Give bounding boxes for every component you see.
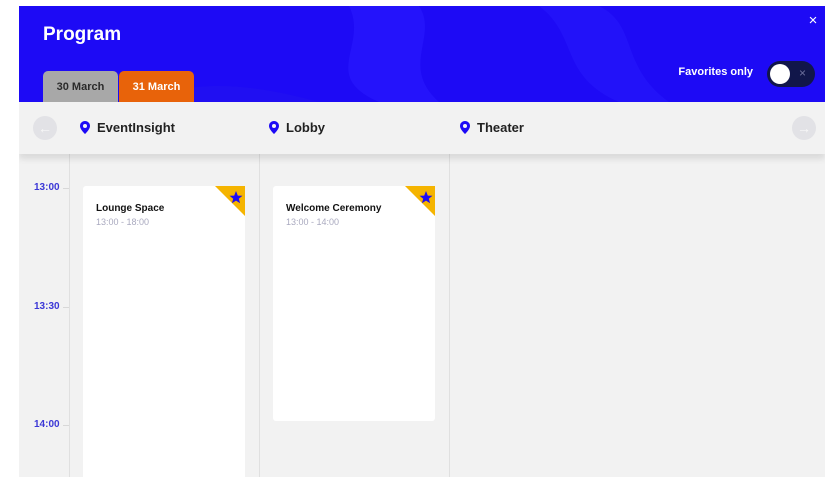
room-name: Theater (477, 120, 524, 135)
room-eventinsight[interactable]: EventInsight (80, 120, 175, 135)
room-name: EventInsight (97, 120, 176, 135)
next-rooms-button[interactable]: → (792, 116, 816, 140)
toggle-knob (770, 64, 790, 84)
favorites-only-label: Favorites only (678, 66, 753, 78)
session-time: 13:00 - 18:00 (96, 217, 150, 227)
schedule-grid: 13:00 13:30 14:00 Lounge Space 13:00 - 1… (19, 154, 825, 477)
favorite-star-icon[interactable] (215, 186, 245, 216)
time-tick (63, 188, 69, 189)
arrow-right-icon: → (797, 120, 811, 136)
program-modal: Program × 30 March 31 March Favorites on… (19, 6, 825, 477)
room-lobby[interactable]: Lobby (269, 120, 325, 135)
time-tick (63, 425, 69, 426)
room-header-bar: ← EventInsight Lobby Theater → (19, 102, 825, 154)
time-label: 14:00 (34, 419, 60, 430)
map-pin-icon (269, 121, 279, 134)
previous-rooms-button[interactable]: ← (33, 116, 57, 140)
column-divider (69, 154, 70, 477)
column-divider (449, 154, 450, 477)
page-title: Program (43, 24, 122, 45)
session-card-lounge-space[interactable]: Lounge Space 13:00 - 18:00 (83, 186, 245, 477)
program-header: Program × 30 March 31 March Favorites on… (19, 6, 825, 102)
map-pin-icon (460, 121, 470, 134)
tab-31-march[interactable]: 31 March (119, 71, 194, 102)
map-pin-icon (80, 121, 90, 134)
room-name: Lobby (286, 120, 325, 135)
room-theater[interactable]: Theater (460, 120, 524, 135)
close-icon[interactable]: × (804, 12, 822, 30)
time-label: 13:00 (34, 182, 60, 193)
tab-30-march[interactable]: 30 March (43, 71, 118, 102)
time-label: 13:30 (34, 301, 60, 312)
toggle-off-icon: × (798, 66, 806, 80)
favorites-only-toggle[interactable]: × (767, 61, 815, 87)
session-time: 13:00 - 14:00 (286, 217, 340, 227)
column-divider (259, 154, 260, 477)
session-title: Welcome Ceremony (286, 203, 382, 214)
session-title: Lounge Space (96, 203, 165, 214)
favorite-star-icon[interactable] (405, 186, 435, 216)
time-tick (63, 307, 69, 308)
arrow-left-icon: ← (38, 120, 52, 136)
session-card-welcome-ceremony[interactable]: Welcome Ceremony 13:00 - 14:00 (273, 186, 435, 421)
